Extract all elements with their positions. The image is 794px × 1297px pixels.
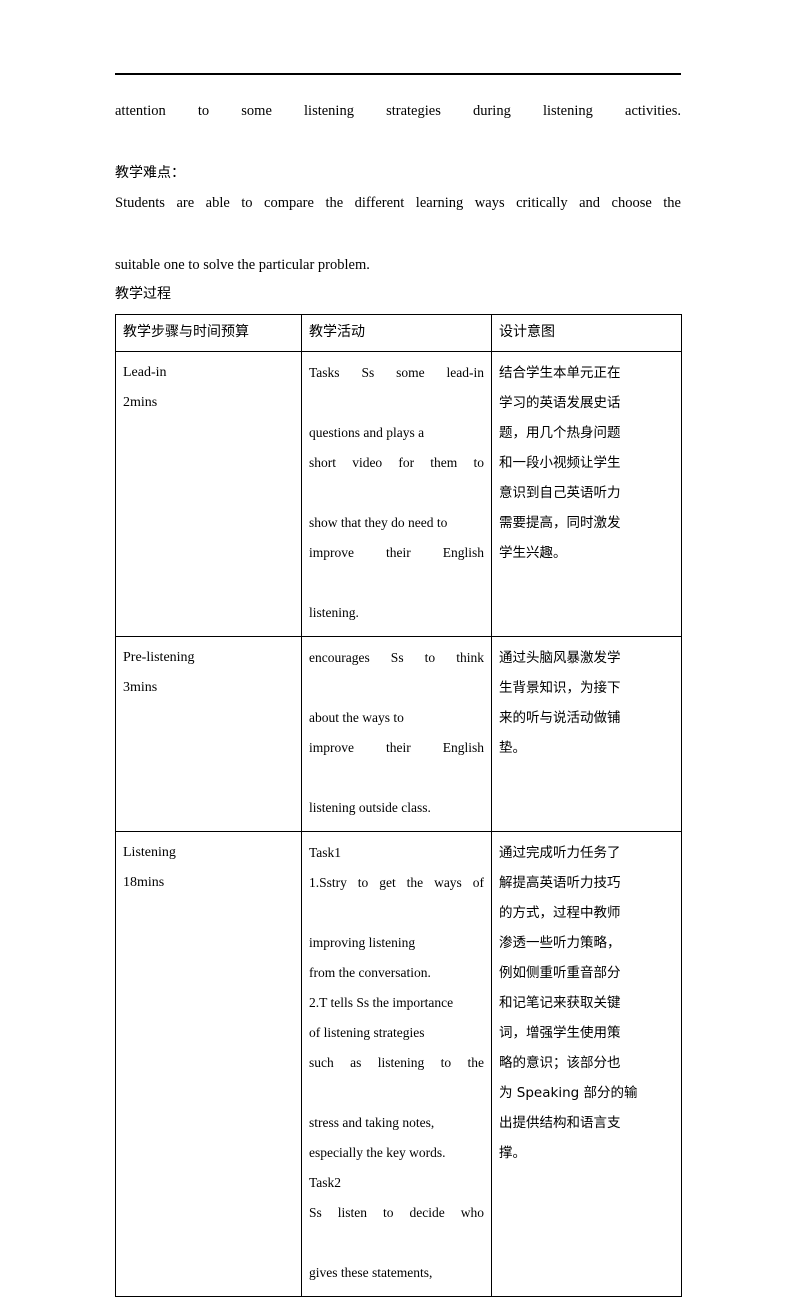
- intent-line: 生背景知识，为接下: [499, 680, 621, 696]
- cell-activity-listening: Task1 1.Sstry to get the ways of improvi…: [301, 831, 492, 1297]
- activity-line: stress and taking notes,: [309, 1115, 435, 1130]
- activity-line: of listening strategies: [309, 1025, 425, 1040]
- activity-line: show that they do need to: [309, 515, 448, 530]
- activity-line: short video for them to: [309, 455, 484, 470]
- activity-line: Tasks Ss some lead-in: [309, 365, 484, 380]
- step-time: 3mins: [123, 680, 158, 695]
- table-header-label-steps: 教学步骤与时间预算: [123, 324, 249, 340]
- intent-line: 需要提高，同时激发: [499, 515, 621, 531]
- step-name: Listening: [123, 845, 176, 860]
- intent-line: 通过头脑风暴激发学: [499, 650, 621, 666]
- activity-line: about the ways to: [309, 710, 404, 725]
- intent-line: 和记笔记来获取关键: [499, 995, 621, 1011]
- intent-line: 为 Speaking 部分的输: [499, 1085, 638, 1101]
- intent-line: 撑。: [499, 1145, 526, 1161]
- intent-line: 词，增强学生使用策: [499, 1025, 621, 1041]
- document-body: attention to some listening strategies d…: [115, 96, 682, 1297]
- activity-line: Task1: [309, 845, 342, 860]
- table-header-label-activities: 教学活动: [309, 324, 365, 340]
- table-row: Listening 18mins Task1 1.Sstry to get th…: [115, 831, 682, 1297]
- lesson-plan-table: 教学步骤与时间预算 教学活动 设计意图 Lead-in 2mins Tasks …: [115, 314, 682, 1297]
- intent-line: 渗透一些听力策略，: [499, 935, 621, 951]
- table-header-row: 教学步骤与时间预算 教学活动 设计意图: [115, 314, 682, 352]
- intent-line: 的方式，过程中教师: [499, 905, 621, 921]
- intent-line: 和一段小视频让学生: [499, 455, 621, 471]
- header-rule: [115, 73, 681, 75]
- paragraph-suitable-one: suitable one to solve the particular pro…: [115, 257, 370, 273]
- intent-line: 结合学生本单元正在: [499, 365, 621, 381]
- activity-line: especially the key words.: [309, 1145, 446, 1160]
- table-header-label-intent: 设计意图: [499, 324, 555, 340]
- activity-line: improve their English: [309, 740, 484, 755]
- cell-step-listening: Listening 18mins: [115, 831, 302, 1297]
- heading-teaching-difficulty: 教学难点：: [115, 165, 185, 181]
- intent-line: 学习的英语发展史话: [499, 395, 621, 411]
- step-time: 2mins: [123, 395, 158, 410]
- cell-step-lead-in: Lead-in 2mins: [115, 351, 302, 637]
- document-page: attention to some listening strategies d…: [0, 0, 794, 1297]
- activity-line: Task2: [309, 1175, 342, 1190]
- table-header-cell-steps: 教学步骤与时间预算: [115, 314, 302, 352]
- activity-line: gives these statements,: [309, 1265, 433, 1280]
- activity-line: questions and plays a: [309, 425, 425, 440]
- activity-line: listening.: [309, 605, 359, 620]
- activity-line: such as listening to the: [309, 1055, 484, 1070]
- cell-activity-pre-listening: encourages Ss to think about the ways to…: [301, 636, 492, 832]
- intent-line: 例如侧重听重音部分: [499, 965, 621, 981]
- activity-line: 1.Sstry to get the ways of: [309, 875, 484, 890]
- paragraph-students-compare: Students are able to compare the differe…: [115, 195, 681, 211]
- intent-line: 出提供结构和语言支: [499, 1115, 621, 1131]
- step-name: Pre-listening: [123, 650, 195, 665]
- cell-intent-lead-in: 结合学生本单元正在 学习的英语发展史话 题，用几个热身问题 和一段小视频让学生 …: [491, 351, 682, 637]
- activity-line: listening outside class.: [309, 800, 431, 815]
- step-name: Lead-in: [123, 365, 167, 380]
- table-header-cell-activities: 教学活动: [301, 314, 492, 352]
- activity-line: from the conversation.: [309, 965, 431, 980]
- activity-line: 2.T tells Ss the importance: [309, 995, 454, 1010]
- activity-line: Ss listen to decide who: [309, 1205, 484, 1220]
- intent-line: 意识到自己英语听力: [499, 485, 621, 501]
- intent-line: 通过完成听力任务了: [499, 845, 621, 861]
- activity-line: improve their English: [309, 545, 484, 560]
- table-row: Lead-in 2mins Tasks Ss some lead-in ques…: [115, 351, 682, 637]
- cell-activity-lead-in: Tasks Ss some lead-in questions and play…: [301, 351, 492, 637]
- activity-line: improving listening: [309, 935, 416, 950]
- cell-step-pre-listening: Pre-listening 3mins: [115, 636, 302, 832]
- activity-line: encourages Ss to think: [309, 650, 484, 665]
- intent-line: 解提高英语听力技巧: [499, 875, 621, 891]
- table-header-cell-intent: 设计意图: [491, 314, 682, 352]
- intent-line: 略的意识；该部分也: [499, 1055, 621, 1071]
- heading-teaching-process: 教学过程: [115, 286, 171, 302]
- cell-intent-listening: 通过完成听力任务了 解提高英语听力技巧 的方式，过程中教师 渗透一些听力策略， …: [491, 831, 682, 1297]
- intent-line: 垫。: [499, 740, 526, 756]
- step-time: 18mins: [123, 875, 165, 890]
- intent-line: 题，用几个热身问题: [499, 425, 621, 441]
- table-row: Pre-listening 3mins encourages Ss to thi…: [115, 636, 682, 832]
- cell-intent-pre-listening: 通过头脑风暴激发学 生背景知识，为接下 来的听与说活动做铺 垫。: [491, 636, 682, 832]
- paragraph-attention: attention to some listening strategies d…: [115, 103, 681, 119]
- intent-line: 学生兴趣。: [499, 545, 567, 561]
- intent-line: 来的听与说活动做铺: [499, 710, 621, 726]
